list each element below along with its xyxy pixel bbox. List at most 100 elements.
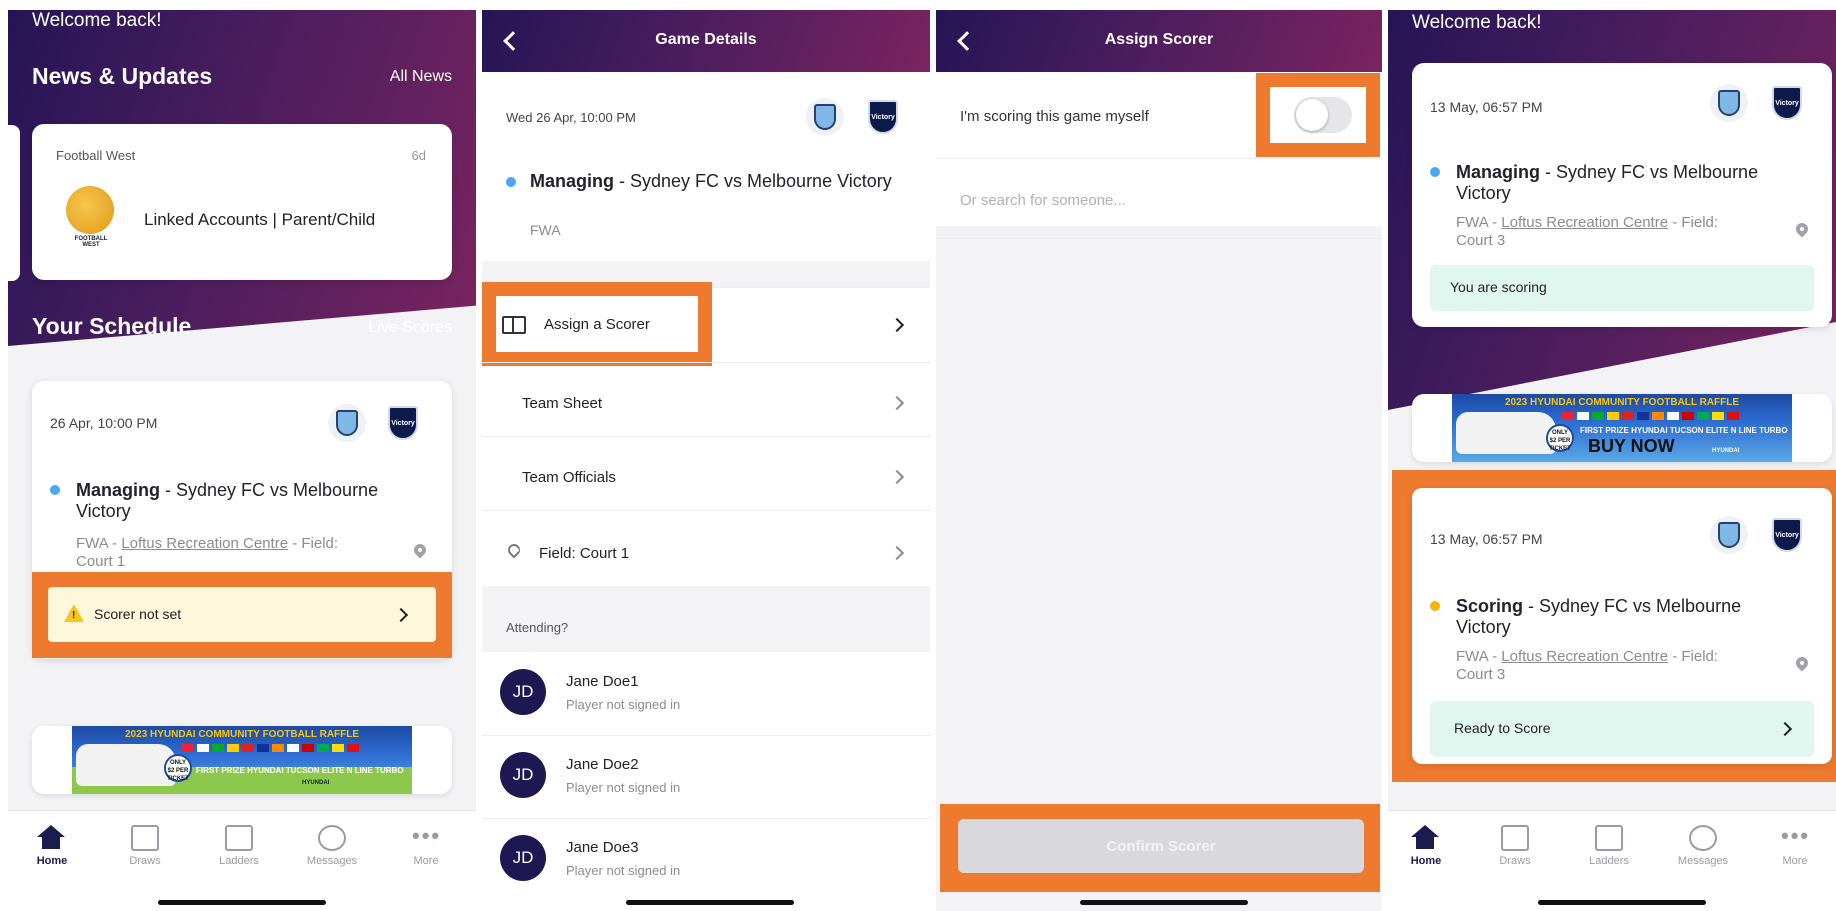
map-pin-icon[interactable] [1793, 220, 1811, 238]
location-pin-icon [505, 541, 523, 559]
game-datetime: 26 Apr, 10:00 PM [50, 415, 158, 431]
game-title: Managing - Sydney FC vs Melbourne Victor… [530, 171, 892, 191]
bottom-tab-bar: Home Draws Ladders Messages ••• More [1388, 810, 1836, 911]
scorer-icon [502, 316, 526, 334]
game-datetime: Wed 26 Apr, 10:00 PM [506, 110, 636, 125]
melbourne-victory-badge-icon: Victory [384, 404, 422, 442]
sydney-fc-badge-icon [1710, 84, 1748, 122]
melbourne-victory-badge-icon: Victory [1768, 84, 1806, 122]
football-west-logo: FOOTBALL WEST [66, 186, 116, 248]
game-title: Managing - Sydney FC vs Melbourne Victor… [76, 480, 379, 521]
search-input[interactable]: Or search for someone... [960, 192, 1126, 209]
status-banner: You are scoring [1430, 265, 1814, 311]
list-item[interactable]: JD Jane Doe3 Player not signed in [482, 818, 930, 901]
home-icon [1411, 825, 1440, 851]
chevron-right-icon [889, 395, 905, 411]
avatar: JD [500, 835, 546, 881]
game-card[interactable]: 13 May, 06:57 PM Victory Scoring - Sydne… [1412, 488, 1832, 764]
self-scoring-toggle[interactable] [1294, 97, 1352, 133]
self-scoring-label: I'm scoring this game myself [960, 108, 1149, 125]
chevron-right-icon [1777, 721, 1793, 737]
page-title: Assign Scorer [1104, 31, 1214, 48]
tab-home[interactable]: Home [1391, 825, 1461, 867]
game-title: Scoring - Sydney FC vs Melbourne Victory [1456, 596, 1742, 637]
scorer-status-text: Ready to Score [1454, 720, 1551, 736]
ladders-icon [225, 825, 253, 851]
map-pin-icon[interactable] [411, 541, 429, 559]
more-icon: ••• [412, 823, 442, 848]
home-screen-panel: Welcome back! News & Updates All News Fo… [8, 10, 476, 911]
tab-home[interactable]: Home [17, 825, 87, 867]
ready-to-score-button[interactable]: Ready to Score [1430, 701, 1814, 757]
home-icon [37, 825, 66, 851]
chevron-right-icon [393, 607, 409, 623]
schedule-section-title: Your Schedule [32, 313, 192, 339]
news-headline: Linked Accounts | Parent/Child [144, 210, 376, 229]
tab-more[interactable]: ••• More [1760, 823, 1830, 868]
game-location: FWA - Loftus Recreation Centre - Field: … [76, 535, 339, 570]
player-name: Jane Doe3 [566, 839, 639, 856]
tab-messages[interactable]: Messages [297, 825, 367, 867]
tab-more[interactable]: ••• More [391, 823, 461, 868]
field-row[interactable]: Field: Court 1 [539, 545, 629, 562]
avatar: JD [500, 669, 546, 715]
venue-link[interactable]: Loftus Recreation Centre [121, 535, 288, 552]
tab-messages[interactable]: Messages [1668, 825, 1738, 867]
raffle-ad-banner[interactable]: 2023 HYUNDAI COMMUNITY FOOTBALL RAFFLE O… [1412, 394, 1832, 462]
player-name: Jane Doe2 [566, 756, 639, 773]
venue-link[interactable]: Loftus Recreation Centre [1501, 214, 1668, 231]
managing-status-dot [1430, 167, 1440, 177]
map-pin-icon[interactable] [1793, 654, 1811, 672]
game-datetime: 13 May, 06:57 PM [1430, 531, 1543, 547]
scoring-status-dot [1430, 601, 1440, 611]
chevron-right-icon [889, 469, 905, 485]
confirm-scorer-button[interactable]: Confirm Scorer [958, 819, 1364, 873]
venue-link[interactable]: Loftus Recreation Centre [1501, 648, 1668, 665]
sydney-fc-badge-icon [806, 98, 844, 136]
managing-status-dot [506, 177, 516, 187]
avatar: JD [500, 752, 546, 798]
live-scores-link[interactable]: Live Scores [368, 319, 452, 337]
toggle-container [1270, 87, 1366, 143]
game-card[interactable]: 13 May, 06:57 PM Victory Managing - Sydn… [1412, 63, 1832, 327]
tab-draws[interactable]: Draws [110, 825, 180, 867]
messages-icon [1689, 825, 1717, 851]
game-location: FWA - Loftus Recreation Centre - Field: … [1456, 648, 1719, 683]
toggle-knob [1296, 99, 1328, 131]
assign-scorer-row[interactable]: Assign a Scorer [496, 296, 698, 352]
player-status: Player not signed in [566, 863, 681, 878]
draws-icon [1501, 825, 1529, 851]
sydney-fc-badge-icon [328, 404, 366, 442]
player-name: Jane Doe1 [566, 673, 639, 690]
home-screen-updated-panel: Welcome back! 13 May, 06:57 PM Victory M… [1388, 10, 1836, 911]
all-news-link[interactable]: All News [390, 68, 452, 86]
welcome-text: Welcome back! [32, 10, 162, 31]
list-item[interactable]: JD Jane Doe1 Player not signed in [482, 652, 930, 735]
chevron-right-icon [889, 545, 905, 561]
news-source: Football West [56, 148, 136, 163]
more-icon: ••• [1781, 823, 1811, 848]
tab-draws[interactable]: Draws [1480, 825, 1550, 867]
melbourne-victory-badge-icon: Victory [864, 98, 902, 136]
tab-ladders[interactable]: Ladders [204, 825, 274, 867]
welcome-text: Welcome back! [1412, 12, 1542, 33]
ladders-icon [1595, 825, 1623, 851]
news-card[interactable]: Football West 6d FOOTBALL WEST Linked Ac… [32, 124, 452, 280]
home-indicator [626, 900, 794, 905]
melbourne-victory-badge-icon: Victory [1768, 516, 1806, 554]
game-details-panel: Game Details Wed 26 Apr, 10:00 PM Victor… [482, 10, 930, 911]
list-item[interactable]: JD Jane Doe2 Player not signed in [482, 735, 930, 818]
tab-ladders[interactable]: Ladders [1574, 825, 1644, 867]
scorer-status-text: Scorer not set [94, 606, 182, 622]
game-title: Managing - Sydney FC vs Melbourne Victor… [1456, 162, 1759, 203]
scorer-not-set-banner[interactable]: ! Scorer not set [48, 587, 436, 642]
news-section-title: News & Updates [32, 63, 213, 89]
draws-icon [131, 825, 159, 851]
home-indicator [1538, 900, 1706, 905]
team-officials-row[interactable]: Team Officials [522, 469, 616, 486]
player-status: Player not signed in [566, 697, 681, 712]
team-sheet-row[interactable]: Team Sheet [522, 395, 602, 412]
messages-icon [318, 825, 346, 851]
raffle-ad-banner[interactable]: 2023 HYUNDAI COMMUNITY FOOTBALL RAFFLE O… [32, 726, 452, 794]
prev-news-card-peek[interactable] [8, 125, 20, 281]
